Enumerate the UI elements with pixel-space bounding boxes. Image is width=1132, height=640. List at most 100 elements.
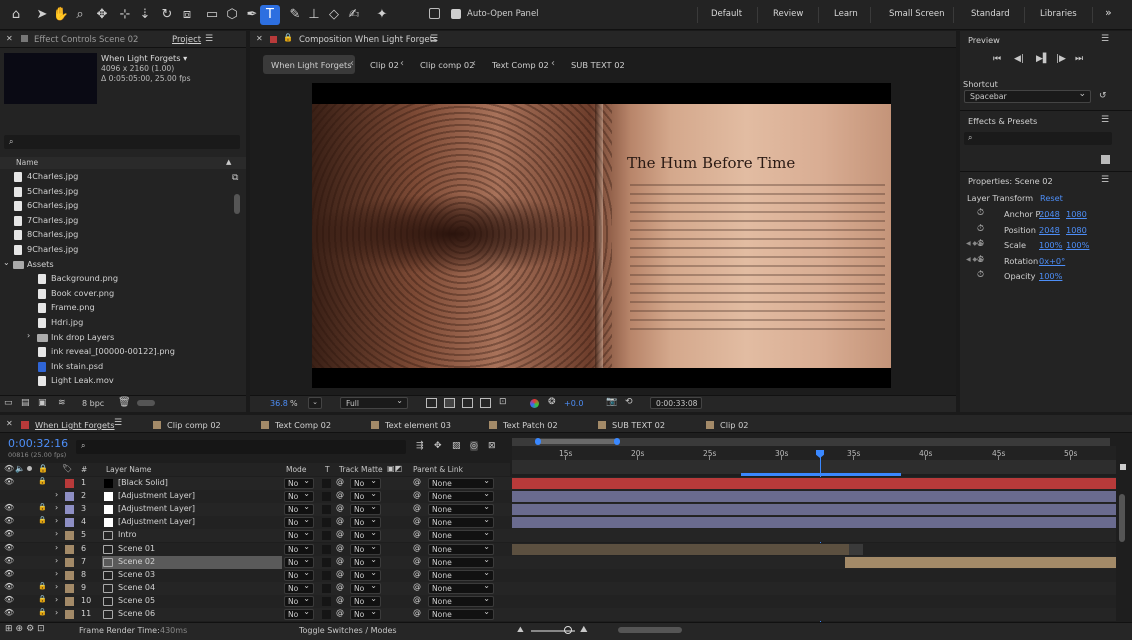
toggle-switches-modes[interactable]: Toggle Switches / Modes — [299, 626, 397, 635]
shy-icon[interactable]: ▨ — [452, 441, 461, 451]
expand-chevron-icon[interactable]: › — [55, 595, 58, 604]
timeline-menu-icon[interactable]: ☰ — [114, 418, 122, 428]
layer-duration-bar[interactable] — [512, 491, 1116, 503]
layer-color-label[interactable] — [65, 492, 74, 502]
visibility-eye-icon[interactable]: 👁 — [4, 608, 14, 617]
track-matte-dropdown[interactable]: No — [350, 555, 381, 568]
property-value[interactable]: 100% — [1039, 271, 1062, 281]
preserve-transparency-box[interactable] — [322, 518, 331, 528]
expand-chevron-icon[interactable]: › — [55, 543, 58, 552]
parent-dropdown[interactable]: None — [428, 502, 494, 516]
tab-project[interactable]: Project — [172, 35, 201, 45]
parent-dropdown[interactable]: None — [428, 489, 494, 503]
table-row[interactable]: 👁 › 6 Scene 01 No @ No @ None — [0, 542, 1116, 556]
matte-pickwhip-icon[interactable]: @ — [336, 556, 344, 565]
lock-icon[interactable]: 🔒 — [38, 503, 47, 511]
mode-dropdown[interactable]: No — [284, 502, 314, 516]
new-preset-icon[interactable] — [1101, 155, 1110, 164]
expand-chevron-icon[interactable]: › — [55, 582, 58, 591]
matte-pickwhip-icon[interactable]: @ — [336, 582, 344, 591]
more-workspaces-icon[interactable]: » — [1105, 6, 1112, 19]
expand-chevron-icon[interactable]: › — [55, 556, 58, 565]
preserve-transparency-box[interactable] — [322, 505, 331, 515]
parent-pickwhip-icon[interactable]: @ — [413, 543, 421, 552]
camera-icon[interactable]: ⧈ — [177, 5, 197, 25]
layer-color-label[interactable] — [65, 518, 74, 528]
project-item[interactable]: Background.png — [0, 272, 245, 287]
parent-pickwhip-icon[interactable]: @ — [413, 529, 421, 538]
property-value[interactable]: 2048 — [1039, 209, 1060, 219]
keyframe-nav-icon[interactable]: ◀ ◆ ▶ — [966, 240, 984, 247]
interpret-footage-icon[interactable]: ▭ — [4, 398, 13, 408]
timeline-tab[interactable]: Text Patch 02 — [503, 420, 558, 430]
panel-menu-icon[interactable]: ☰ — [1101, 175, 1109, 185]
parent-pickwhip-icon[interactable]: @ — [413, 569, 421, 578]
timeline-tab[interactable]: Clip 02 — [720, 420, 748, 430]
layer-name[interactable]: Intro — [118, 530, 137, 539]
exposure-value[interactable]: +0.0 — [564, 399, 583, 408]
comp-name[interactable]: When Light Forgets ▾ — [101, 53, 187, 63]
lock-icon[interactable]: 🔒 — [38, 582, 47, 590]
expand-chevron-icon[interactable]: › — [55, 569, 58, 578]
layer-color-label[interactable] — [65, 610, 74, 619]
reset-link[interactable]: Reset — [1040, 193, 1063, 203]
layer-name[interactable]: Scene 03 — [118, 570, 155, 579]
type-icon[interactable]: T — [260, 5, 280, 25]
prev-frame-icon[interactable]: ◀| — [1014, 54, 1024, 64]
workspace-small-screen[interactable]: Small Screen — [889, 9, 945, 19]
chevron-icon[interactable]: › — [27, 331, 30, 340]
mode-dropdown[interactable]: No — [284, 568, 314, 581]
project-item[interactable]: ink reveal_[00000-00122].png — [0, 345, 245, 360]
mode-dropdown[interactable]: No — [284, 607, 314, 620]
panel-menu-icon[interactable]: ☰ — [1101, 115, 1109, 125]
parent-dropdown[interactable]: None — [428, 568, 494, 581]
parent-dropdown[interactable]: None — [428, 528, 494, 542]
mode-dropdown[interactable]: No — [284, 515, 314, 529]
visibility-eye-icon[interactable]: 👁 — [4, 477, 14, 486]
project-item[interactable]: Frame.png — [0, 301, 245, 316]
pen-icon[interactable]: ✒ — [242, 5, 262, 25]
table-row[interactable]: 👁 › 7 Scene 02 No @ No @ None — [0, 555, 1116, 569]
project-search-input[interactable] — [4, 135, 240, 149]
puppet-pin-icon[interactable]: ✦ — [372, 5, 392, 25]
first-frame-icon[interactable]: ⏮ — [993, 54, 1001, 64]
parent-pickwhip-icon[interactable]: @ — [413, 490, 421, 499]
stopwatch-icon[interactable]: ⏱ — [977, 208, 984, 218]
property-value-2[interactable]: 1080 — [1066, 209, 1087, 219]
mode-column[interactable]: Mode — [286, 465, 306, 474]
frame-blend-icon[interactable]: ◎ — [470, 441, 478, 451]
layer-name[interactable]: [Adjustment Layer] — [118, 491, 195, 500]
trash-icon[interactable]: 🗑 — [118, 397, 131, 408]
show-snapshot-icon[interactable]: ⟲ — [625, 397, 633, 407]
panel-menu-icon[interactable]: ☰ — [430, 34, 438, 44]
parent-dropdown[interactable]: None — [428, 581, 494, 594]
mode-dropdown[interactable]: No — [284, 476, 314, 489]
close-icon[interactable]: ✕ — [6, 34, 13, 43]
mode-dropdown[interactable]: No — [284, 555, 314, 568]
matte-pickwhip-icon[interactable]: @ — [336, 608, 344, 617]
preserve-transparency-box[interactable] — [322, 557, 331, 567]
guides-icon[interactable] — [480, 398, 491, 408]
expand-chevron-icon[interactable]: › — [55, 516, 58, 525]
expand-chevron-icon[interactable]: › — [55, 503, 58, 512]
layer-color-label[interactable] — [65, 544, 74, 554]
adjust-icon[interactable]: ≋ — [58, 398, 66, 408]
layer-color-label[interactable] — [65, 570, 74, 580]
lock-icon[interactable]: 🔒 — [38, 516, 47, 524]
new-folder-icon[interactable]: ▤ — [21, 398, 30, 408]
layer-color-label[interactable] — [65, 531, 74, 541]
timeline-tab[interactable]: Text element 03 — [385, 420, 451, 430]
matte-pickwhip-icon[interactable]: @ — [336, 543, 344, 552]
rectangle-icon[interactable]: ▭ — [202, 5, 222, 25]
comp-flowchart-icon[interactable]: ⇶ — [416, 441, 424, 451]
lock-icon[interactable]: 🔒 — [38, 595, 47, 603]
mode-dropdown[interactable]: No — [284, 581, 314, 594]
parent-pickwhip-icon[interactable]: @ — [413, 503, 421, 512]
brush-icon[interactable]: ✎ — [285, 5, 305, 25]
auto-open-checkbox[interactable] — [451, 9, 461, 19]
timeline-tab[interactable]: When Light Forgets — [35, 420, 115, 430]
matte-pickwhip-icon[interactable]: @ — [336, 490, 344, 499]
breadcrumb-0[interactable]: When Light Forgets — [271, 60, 352, 70]
color-channel-icon[interactable] — [530, 399, 539, 408]
table-row[interactable]: 👁 🔒 › 9 Scene 04 No @ No @ None — [0, 581, 1116, 595]
